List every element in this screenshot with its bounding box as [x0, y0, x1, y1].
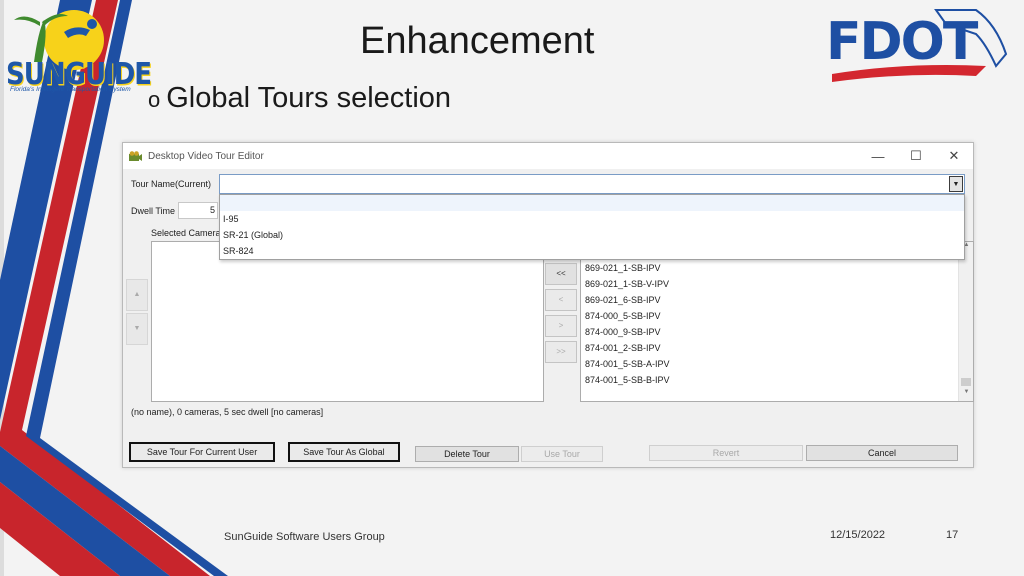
add-button[interactable]: < [545, 289, 577, 311]
close-button[interactable]: ✕ [935, 143, 973, 169]
tour-editor-window: Desktop Video Tour Editor — ☐ ✕ Tour Nam… [122, 142, 974, 468]
remove-button[interactable]: > [545, 315, 577, 337]
list-item[interactable]: 869-021_6-SB-IPV [581, 292, 670, 308]
list-item[interactable]: 874-001_5-SB-B-IPV [581, 372, 670, 388]
available-list-scrollbar[interactable]: ▲ ▼ [958, 242, 973, 401]
use-tour-button[interactable]: Use Tour [521, 446, 603, 462]
film-camera-icon [129, 150, 142, 161]
slide-title: Enhancement [360, 20, 595, 62]
list-item[interactable]: 874-000_9-SB-IPV [581, 324, 670, 340]
window-titlebar[interactable]: Desktop Video Tour Editor — ☐ ✕ [123, 143, 973, 169]
delete-tour-button[interactable]: Delete Tour [415, 446, 519, 462]
bullet-item: o Global Tours selection [148, 82, 451, 115]
list-item[interactable]: 869-021_1-SB-V-IPV [581, 276, 670, 292]
save-tour-current-user-button[interactable]: Save Tour For Current User [129, 442, 275, 462]
move-up-button[interactable]: ▲ [126, 279, 148, 311]
list-item[interactable]: 869-021_1-SB-IPV [581, 260, 670, 276]
revert-button[interactable]: Revert [649, 445, 803, 461]
fdot-logo: FDOT [826, 4, 1016, 88]
add-all-button[interactable]: << [545, 263, 577, 285]
tour-name-label: Tour Name(Current) [131, 179, 212, 189]
scroll-down-icon[interactable]: ▼ [959, 389, 973, 401]
scroll-thumb[interactable] [961, 378, 971, 386]
maximize-button[interactable]: ☐ [897, 143, 935, 169]
footer-date: 12/15/2022 [830, 529, 886, 541]
chevron-down-icon[interactable]: ▼ [949, 176, 963, 192]
bullet-marker: o [148, 87, 161, 112]
page-number: 17 [946, 529, 959, 541]
list-item[interactable]: 874-001_5-SB-A-IPV [581, 356, 670, 372]
move-down-button[interactable]: ▼ [126, 313, 148, 345]
dropdown-option-i-95[interactable]: I-95 [220, 211, 964, 227]
window-title: Desktop Video Tour Editor [148, 150, 264, 162]
sunguide-logo-tagline: Florida's Intelligent Transportation Sys… [10, 86, 131, 93]
bullet-text: Global Tours selection [166, 82, 452, 114]
minimize-button[interactable]: — [859, 143, 897, 169]
tour-name-combobox[interactable]: ▼ [219, 174, 965, 194]
dropdown-option[interactable] [220, 195, 964, 211]
selected-cameras-label: Selected Cameras [151, 228, 226, 238]
selected-cameras-list[interactable] [151, 241, 544, 402]
dropdown-option-sr-824[interactable]: SR-824 [220, 243, 964, 259]
tour-name-dropdown: I-95 SR-21 (Global) SR-824 [219, 194, 965, 260]
sunguide-logo: SUNGUIDE Florida's Intelligent Transport… [4, 2, 152, 102]
save-tour-global-button[interactable]: Save Tour As Global [288, 442, 400, 462]
cancel-button[interactable]: Cancel [806, 445, 958, 461]
dropdown-option-sr-21-global[interactable]: SR-21 (Global) [220, 227, 964, 243]
dwell-time-input[interactable]: 5 [178, 202, 218, 219]
remove-all-button[interactable]: >> [545, 341, 577, 363]
list-item[interactable]: 874-000_5-SB-IPV [581, 308, 670, 324]
available-cameras-list[interactable]: 869-021_1-SB-IPV 869-021_1-SB-V-IPV 869-… [580, 241, 974, 402]
dwell-time-label: Dwell Time [131, 206, 176, 216]
list-item[interactable]: 874-001_2-SB-IPV [581, 340, 670, 356]
footer-organization: SunGuide Software Users Group [224, 531, 385, 543]
tour-status-text: (no name), 0 cameras, 5 sec dwell [no ca… [131, 407, 324, 417]
